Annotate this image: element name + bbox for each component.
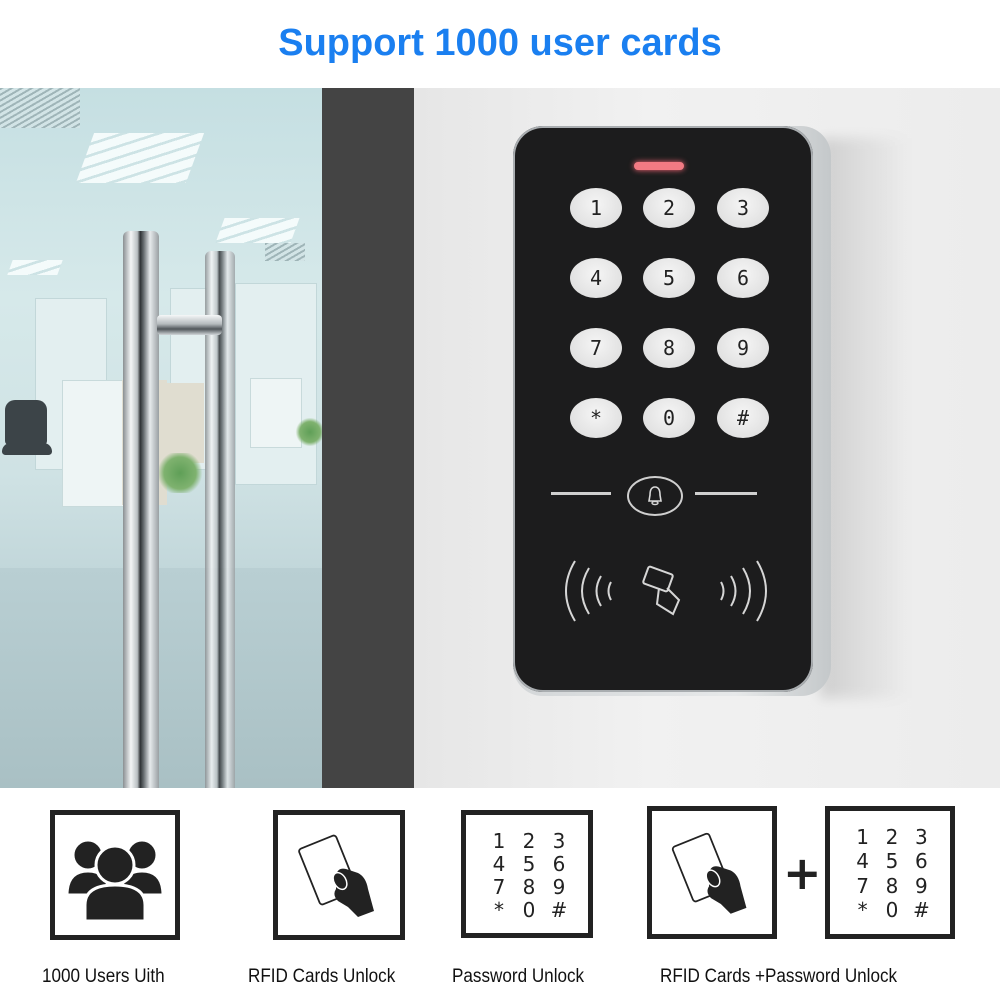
- keypad-digit: 1: [856, 825, 870, 850]
- cabinet: [62, 380, 124, 507]
- device-key[interactable]: *: [570, 398, 622, 438]
- keypad-digit: *: [494, 897, 504, 922]
- keypad-digit: 2: [885, 825, 899, 850]
- users-group-icon: [65, 838, 165, 923]
- door-handle: [123, 231, 159, 788]
- feature-caption: RFID Cards +Password Unlock: [660, 966, 898, 987]
- device-key[interactable]: 4: [570, 258, 622, 298]
- ceiling-light: [215, 218, 300, 243]
- product-photo: 1 2 3 4 5 6 7 8 9 * 0 #: [0, 88, 1000, 788]
- feature-rfid-combo: [647, 806, 777, 939]
- device-shadow: [820, 138, 910, 698]
- indicator-led: [634, 162, 684, 170]
- device-key[interactable]: 2: [643, 188, 695, 228]
- keypad-digit: 5: [885, 849, 899, 874]
- keypad-digit: 4: [856, 849, 870, 874]
- device-key[interactable]: 1: [570, 188, 622, 228]
- keypad-digit: #: [912, 897, 930, 922]
- divider-line: [551, 492, 611, 495]
- ceiling-vent: [265, 243, 305, 261]
- keypad-digit: 8: [885, 873, 899, 898]
- device-key[interactable]: 7: [570, 328, 622, 368]
- ceiling-light: [7, 260, 63, 275]
- doorbell-button[interactable]: [627, 476, 683, 516]
- feature-caption: RFID Cards Unlock: [248, 966, 396, 987]
- keypad-digit: *: [857, 897, 868, 922]
- keypad-digit: 0: [885, 897, 899, 922]
- keypad-digit: 6: [914, 849, 928, 874]
- device-key[interactable]: 5: [643, 258, 695, 298]
- handle-connector: [157, 315, 222, 335]
- device-key[interactable]: 3: [717, 188, 769, 228]
- device-key[interactable]: 8: [643, 328, 695, 368]
- feature-password-combo: 1 2 3 4 5 6 7 8 9 * 0 #: [825, 806, 955, 939]
- feature-password: 1 2 3 4 5 6 7 8 9 * 0 #: [461, 810, 593, 938]
- keypad-digit: 7: [492, 874, 506, 899]
- keypad-digit: 9: [914, 873, 928, 898]
- keypad-digit: 0: [522, 897, 536, 922]
- ceiling-vent: [0, 88, 80, 128]
- keypad-icon: 1 2 3 4 5 6 7 8 9 * 0 #: [466, 815, 588, 933]
- hand-card-icon: [671, 832, 747, 914]
- plant: [155, 453, 205, 493]
- office-background: [0, 88, 322, 788]
- keypad-digit: 2: [522, 828, 536, 853]
- keypad-digit: 4: [492, 851, 506, 876]
- floor: [0, 568, 322, 788]
- keypad-digit: 5: [522, 851, 536, 876]
- keypad-digit: 9: [552, 874, 566, 899]
- feature-rfid: [273, 810, 405, 940]
- keypad-digit: #: [550, 897, 568, 922]
- rfid-wave-icon: [565, 560, 767, 622]
- door-frame: [322, 88, 414, 788]
- plus-icon: +: [783, 846, 822, 900]
- plant: [295, 418, 322, 446]
- bell-icon: [648, 486, 662, 506]
- feature-users: [50, 810, 180, 940]
- feature-caption: 1000 Users Uith: [42, 966, 165, 987]
- keypad-digit: 6: [552, 851, 566, 876]
- cabinet-wood: [160, 383, 204, 463]
- device-key[interactable]: #: [717, 398, 769, 438]
- feature-caption: Password Unlock: [452, 966, 585, 987]
- device-key[interactable]: 6: [717, 258, 769, 298]
- office-chair: [5, 400, 47, 445]
- access-control-keypad-device: 1 2 3 4 5 6 7 8 9 * 0 #: [513, 126, 813, 692]
- keypad-digit: 7: [856, 873, 870, 898]
- ceiling-light: [75, 133, 205, 183]
- divider-line: [695, 492, 757, 495]
- hand-card-icon: [298, 834, 374, 917]
- keypad-icon: 1 2 3 4 5 6 7 8 9 * 0 #: [830, 811, 950, 934]
- chair-seat: [2, 443, 52, 455]
- device-key[interactable]: 9: [717, 328, 769, 368]
- keypad-digit: 3: [552, 828, 566, 853]
- keypad-digit: 1: [492, 828, 506, 853]
- keypad-digit: 8: [522, 874, 536, 899]
- device-key[interactable]: 0: [643, 398, 695, 438]
- headline: Support 1000 user cards: [278, 22, 722, 64]
- keypad-digit: 3: [914, 825, 928, 850]
